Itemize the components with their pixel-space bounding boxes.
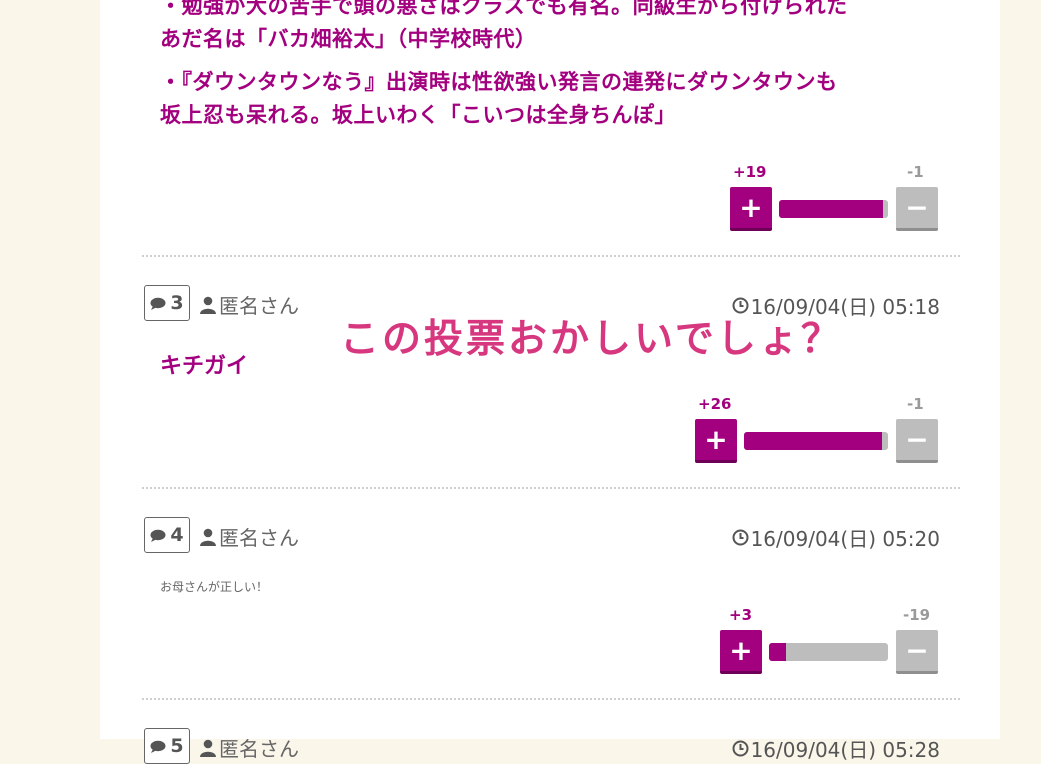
downvote-button[interactable]: − — [896, 187, 938, 231]
speech-bubble-icon — [150, 529, 166, 542]
clock-icon — [732, 740, 749, 757]
upvote-count: +26 — [698, 395, 732, 413]
downvote-count: -1 — [907, 395, 924, 413]
comment-number-badge[interactable]: 3 — [144, 285, 190, 321]
post-body: ・勉強が大の苦手で頭の悪さはクラスでも有名。同級生から付けられた あだ名は「バカ… — [160, 0, 848, 132]
downvote-count: -1 — [907, 163, 924, 181]
downvote-count: -19 — [903, 606, 931, 624]
post-body-line: 坂上忍も呆れる。坂上いわく「こいつは全身ちんぽ」 — [160, 103, 676, 127]
comment-divider — [142, 255, 960, 257]
upvote-button[interactable]: + — [695, 419, 737, 463]
vote-ratio-fill — [769, 643, 786, 661]
speech-bubble-icon — [150, 297, 166, 310]
date-text: 16/09/04(日) 05:20 — [750, 527, 940, 551]
author-name: 匿名さん — [219, 294, 299, 318]
post-body-line: ・勉強が大の苦手で頭の悪さはクラスでも有名。同級生から付けられた — [160, 0, 848, 18]
plus-icon: + — [704, 422, 728, 456]
minus-icon: − — [905, 190, 929, 224]
downvote-button[interactable]: − — [896, 630, 938, 674]
speech-bubble-icon — [150, 740, 166, 753]
comment-author: 匿名さん — [200, 522, 299, 551]
author-name: 匿名さん — [219, 526, 299, 550]
comment-date: 16/09/04(日) 05:20 — [732, 523, 940, 552]
comment-author: 匿名さん — [200, 733, 299, 762]
vote-ratio-fill — [744, 432, 883, 450]
comment-number-badge[interactable]: 5 — [144, 728, 190, 764]
upvote-button[interactable]: + — [720, 630, 762, 674]
minus-icon: − — [905, 633, 929, 667]
plus-icon: + — [739, 190, 763, 224]
user-icon — [200, 528, 216, 546]
upvote-count: +3 — [729, 606, 753, 624]
clock-icon — [732, 529, 749, 546]
minus-icon: − — [905, 422, 929, 456]
comment-date: 16/09/04(日) 05:28 — [732, 734, 940, 763]
vote-ratio-bar — [769, 643, 888, 661]
upvote-count: +19 — [733, 163, 767, 181]
upvote-button[interactable]: + — [730, 187, 772, 231]
vote-ratio-bar — [744, 432, 888, 450]
user-icon — [200, 296, 216, 314]
vote-ratio-fill — [779, 200, 883, 218]
user-icon — [200, 739, 216, 757]
comment-number-badge[interactable]: 4 — [144, 517, 190, 553]
date-text: 16/09/04(日) 05:28 — [750, 738, 940, 762]
comment-divider — [142, 698, 960, 700]
post-body-line: あだ名は「バカ畑裕太」（中学校時代） — [160, 27, 537, 51]
comment-number: 4 — [170, 524, 184, 546]
comment-author: 匿名さん — [200, 290, 299, 319]
comment-divider — [142, 487, 960, 489]
downvote-button[interactable]: − — [896, 419, 938, 463]
comment-text: お母さんが正しい！ — [160, 580, 269, 594]
plus-icon: + — [729, 633, 753, 667]
post-body-line: ・『ダウンタウンなう』出演時は性欲強い発言の連発にダウンタウンも — [160, 70, 838, 94]
comment-text: キチガイ — [160, 354, 249, 379]
comment-number: 3 — [170, 292, 184, 314]
overlay-caption: この投票おかしいでしょ？ — [340, 317, 843, 362]
vote-ratio-bar — [779, 200, 888, 218]
comment-number: 5 — [170, 735, 184, 757]
author-name: 匿名さん — [219, 737, 299, 761]
